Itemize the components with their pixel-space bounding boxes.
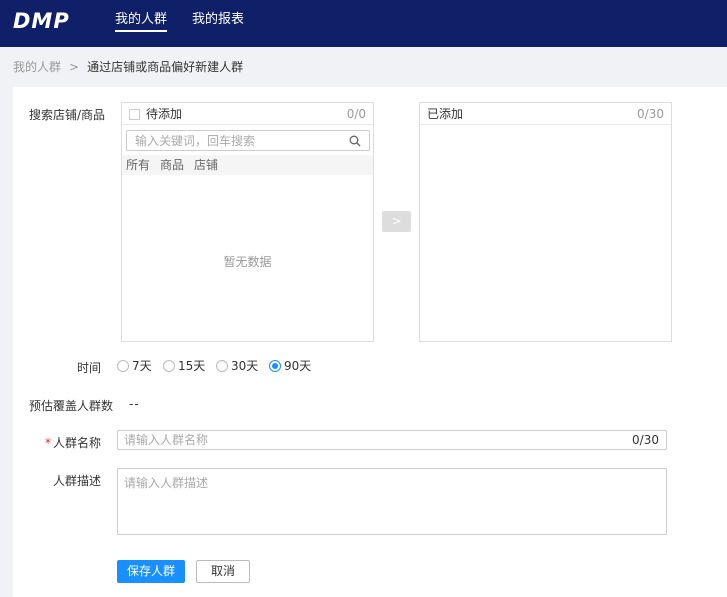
- radio-circle[interactable]: [117, 360, 129, 372]
- audience-name-input[interactable]: [124, 433, 604, 447]
- breadcrumb-current: 通过店铺或商品偏好新建人群: [87, 60, 244, 74]
- radio-circle[interactable]: [163, 360, 175, 372]
- cancel-button[interactable]: 取消: [196, 560, 250, 583]
- nav-my-audiences[interactable]: 我的人群: [115, 12, 168, 32]
- breadcrumb-parent[interactable]: 我的人群: [13, 60, 61, 74]
- target-list-header: 已添加 0/30: [420, 103, 671, 125]
- move-right-button[interactable]: >: [382, 211, 411, 232]
- filter-all[interactable]: 所有: [126, 155, 150, 175]
- source-list-title: 待添加: [146, 107, 183, 121]
- audience-name-label: * 人群名称: [45, 435, 101, 451]
- select-all-checkbox[interactable]: [129, 109, 140, 120]
- audience-name-char-count: 0/30: [632, 433, 659, 447]
- audience-description-label: 人群描述: [53, 474, 102, 488]
- empty-state-text: 暂无数据: [223, 255, 272, 269]
- radio-label: 90天: [284, 359, 312, 373]
- source-list-header: 待添加 0/0: [122, 103, 373, 125]
- target-transfer-list: 已添加 0/30: [419, 102, 672, 342]
- save-audience-button[interactable]: 保存人群: [117, 560, 185, 583]
- target-list-count: 0/30: [637, 107, 664, 121]
- logo-text: DMP: [13, 9, 70, 31]
- radio-label: 7天: [132, 359, 152, 373]
- filter-products[interactable]: 商品: [160, 155, 184, 175]
- audience-description-textarea[interactable]: [124, 474, 659, 529]
- nav-my-reports[interactable]: 我的报表: [192, 12, 244, 28]
- estimate-value: --: [129, 397, 140, 411]
- required-mark: *: [45, 436, 51, 450]
- dmp-logo[interactable]: DMP: [13, 9, 79, 31]
- keyword-search-input[interactable]: [135, 133, 345, 148]
- filter-shops[interactable]: 店铺: [194, 155, 218, 175]
- time-label: 时间: [77, 361, 102, 375]
- audience-name-label-text: 人群名称: [53, 436, 102, 450]
- filter-tabs: 所有 商品 店铺: [122, 155, 373, 175]
- search-label: 搜索店铺/商品: [29, 108, 106, 122]
- radio-label: 30天: [231, 359, 259, 373]
- source-transfer-list: 待添加 0/0 所有 商品 店铺 暂无数据: [121, 102, 374, 342]
- estimate-label: 预估覆盖人群数: [29, 399, 114, 413]
- radio-circle-selected[interactable]: [269, 360, 281, 372]
- search-icon[interactable]: [349, 135, 361, 147]
- breadcrumb: 我的人群 > 通过店铺或商品偏好新建人群: [13, 59, 243, 75]
- breadcrumb-separator: >: [69, 60, 80, 74]
- audience-name-field[interactable]: 0/30: [117, 430, 667, 450]
- keyword-search-box[interactable]: [126, 130, 370, 151]
- audience-description-field[interactable]: [117, 468, 667, 535]
- radio-circle[interactable]: [216, 360, 228, 372]
- target-list-title: 已添加: [427, 107, 464, 121]
- source-list-count: 0/0: [346, 107, 366, 121]
- top-nav-bar: DMP 我的人群 我的报表: [0, 0, 727, 47]
- radio-label: 15天: [178, 359, 206, 373]
